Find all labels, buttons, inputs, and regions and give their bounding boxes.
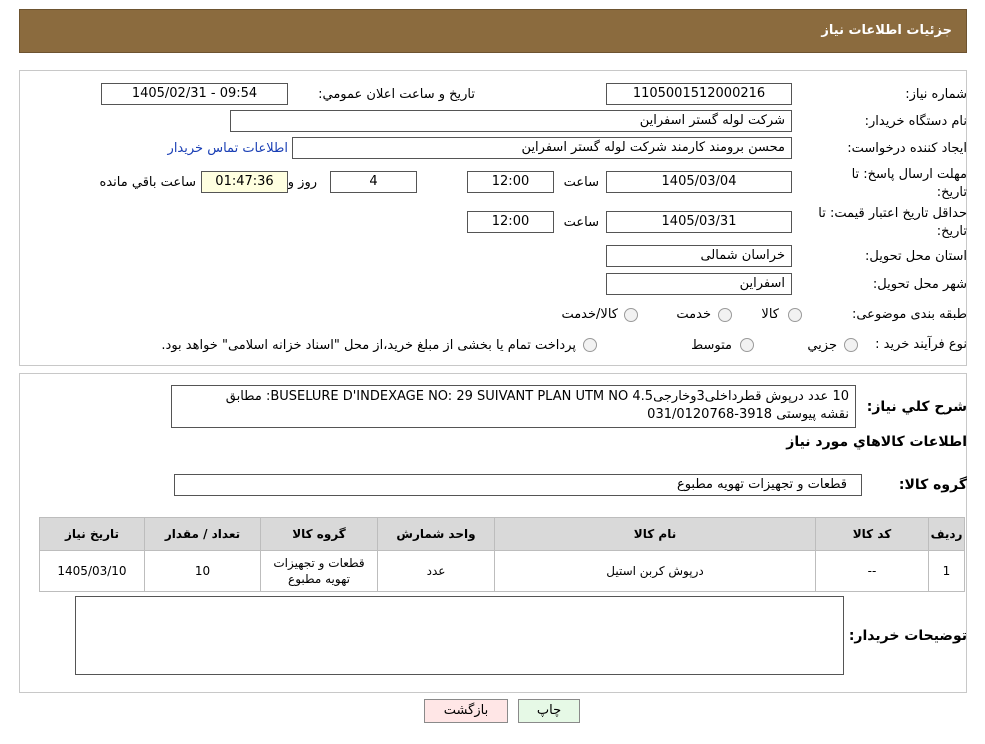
- col-group: گروه کالا: [260, 517, 378, 551]
- table-row: 1 -- درپوش کربن استیل عدد قطعات و تجهیزا…: [39, 550, 965, 592]
- col-name: نام کالا: [494, 517, 816, 551]
- buyer-notes-textarea[interactable]: [75, 596, 844, 675]
- validity-date-field: 1405/03/31: [606, 211, 792, 233]
- deadline-hour-label: ساعت: [563, 175, 599, 190]
- goods-table-header: رديف کد کالا نام کالا واحد شمارش گروه کا…: [39, 517, 965, 551]
- cell-quantity: 10: [144, 550, 261, 592]
- process-medium-label: متوسط: [691, 338, 732, 353]
- page-title: جزئیات اطلاعات نیاز: [821, 23, 952, 38]
- process-type-label: نوع فرآیند خرید :: [875, 337, 967, 352]
- goods-group-field: قطعات و تجهیزات تهویه مطبوع: [174, 474, 862, 496]
- goods-info-title: اطلاعات کالاهاي مورد نياز: [786, 434, 967, 450]
- cell-name: درپوش کربن استیل: [494, 550, 816, 592]
- requester-label: ایجاد کننده درخواست:: [847, 141, 967, 156]
- buyer-notes-label: توضیحات خریدار:: [848, 628, 967, 644]
- process-treasury-note: پرداخت تمام یا بخشی از مبلغ خرید،از محل …: [161, 338, 576, 353]
- category-service-label: خدمت: [676, 307, 711, 322]
- process-medium-radio[interactable]: [740, 338, 754, 352]
- remaining-time-field: 01:47:36: [201, 171, 288, 193]
- goods-table: رديف کد کالا نام کالا واحد شمارش گروه کا…: [39, 517, 965, 592]
- buyer-org-label: نام دستگاه خریدار:: [864, 114, 967, 129]
- need-number-field: 1105001512000216: [606, 83, 792, 105]
- process-minor-label: جزيي: [807, 338, 837, 353]
- buyer-contact-link[interactable]: اطلاعات تماس خریدار: [168, 141, 288, 156]
- category-service-radio[interactable]: [718, 308, 732, 322]
- cell-group: قطعات و تجهیزات تهویه مطبوع: [260, 550, 378, 592]
- need-summary-line1: 10 عدد درپوش قطرداخلی3وخارجی4.5 BUSELURE…: [225, 389, 849, 404]
- col-quantity: تعداد / مقدار: [144, 517, 261, 551]
- back-button[interactable]: بازگشت: [424, 699, 508, 723]
- need-summary-label: شرح کلي نياز:: [866, 399, 967, 415]
- category-both-label: کالا/خدمت: [561, 307, 618, 322]
- cell-need-date: 1405/03/10: [39, 550, 145, 592]
- cell-code: --: [815, 550, 929, 592]
- province-label: استان محل تحویل:: [865, 249, 967, 264]
- validity-label: حداقل تاریخ اعتبار قیمت: تا تاریخ:: [818, 206, 967, 239]
- need-summary-textarea[interactable]: 10 عدد درپوش قطرداخلی3وخارجی4.5 BUSELURE…: [171, 385, 856, 428]
- cell-row: 1: [928, 550, 965, 592]
- deadline-label: مهلت ارسال پاسخ: تا تاریخ:: [851, 167, 967, 200]
- days-label: روز و: [287, 175, 317, 190]
- announce-datetime-field: 1405/02/31 - 09:54: [101, 83, 288, 105]
- validity-time-field: 12:00: [467, 211, 554, 233]
- category-both-radio[interactable]: [624, 308, 638, 322]
- validity-hour-label: ساعت: [563, 215, 599, 230]
- province-field: خراسان شمالی: [606, 245, 792, 267]
- announce-datetime-label: تاریخ و ساعت اعلان عمومي:: [318, 87, 475, 102]
- deadline-date-field: 1405/03/04: [606, 171, 792, 193]
- col-unit: واحد شمارش: [377, 517, 495, 551]
- city-label: شهر محل تحویل:: [872, 277, 967, 292]
- cell-unit: عدد: [377, 550, 495, 592]
- col-need-date: تاريخ نياز: [39, 517, 145, 551]
- remaining-time-label: ساعت باقي مانده: [99, 175, 196, 190]
- need-number-label: شماره نیاز:: [905, 87, 967, 102]
- requester-field: محسن برومند کارمند شرکت لوله گستر اسفرای…: [292, 137, 792, 159]
- city-field: اسفراین: [606, 273, 792, 295]
- process-treasury-checkbox[interactable]: [583, 338, 597, 352]
- col-code: کد کالا: [815, 517, 929, 551]
- category-goods-radio[interactable]: [788, 308, 802, 322]
- col-row: رديف: [928, 517, 965, 551]
- category-goods-label: کالا: [761, 307, 779, 322]
- buyer-org-field: شرکت لوله گستر اسفراین: [230, 110, 792, 132]
- days-field: 4: [330, 171, 417, 193]
- category-label: طبقه بندی موضوعی:: [851, 307, 967, 322]
- page-header: جزئیات اطلاعات نیاز: [19, 9, 967, 53]
- deadline-time-field: 12:00: [467, 171, 554, 193]
- process-minor-radio[interactable]: [844, 338, 858, 352]
- goods-group-label: گروه کالا:: [898, 477, 967, 493]
- need-summary-line2: نقشه پیوستی 3918-031/0120768: [647, 407, 849, 422]
- print-button[interactable]: چاپ: [518, 699, 580, 723]
